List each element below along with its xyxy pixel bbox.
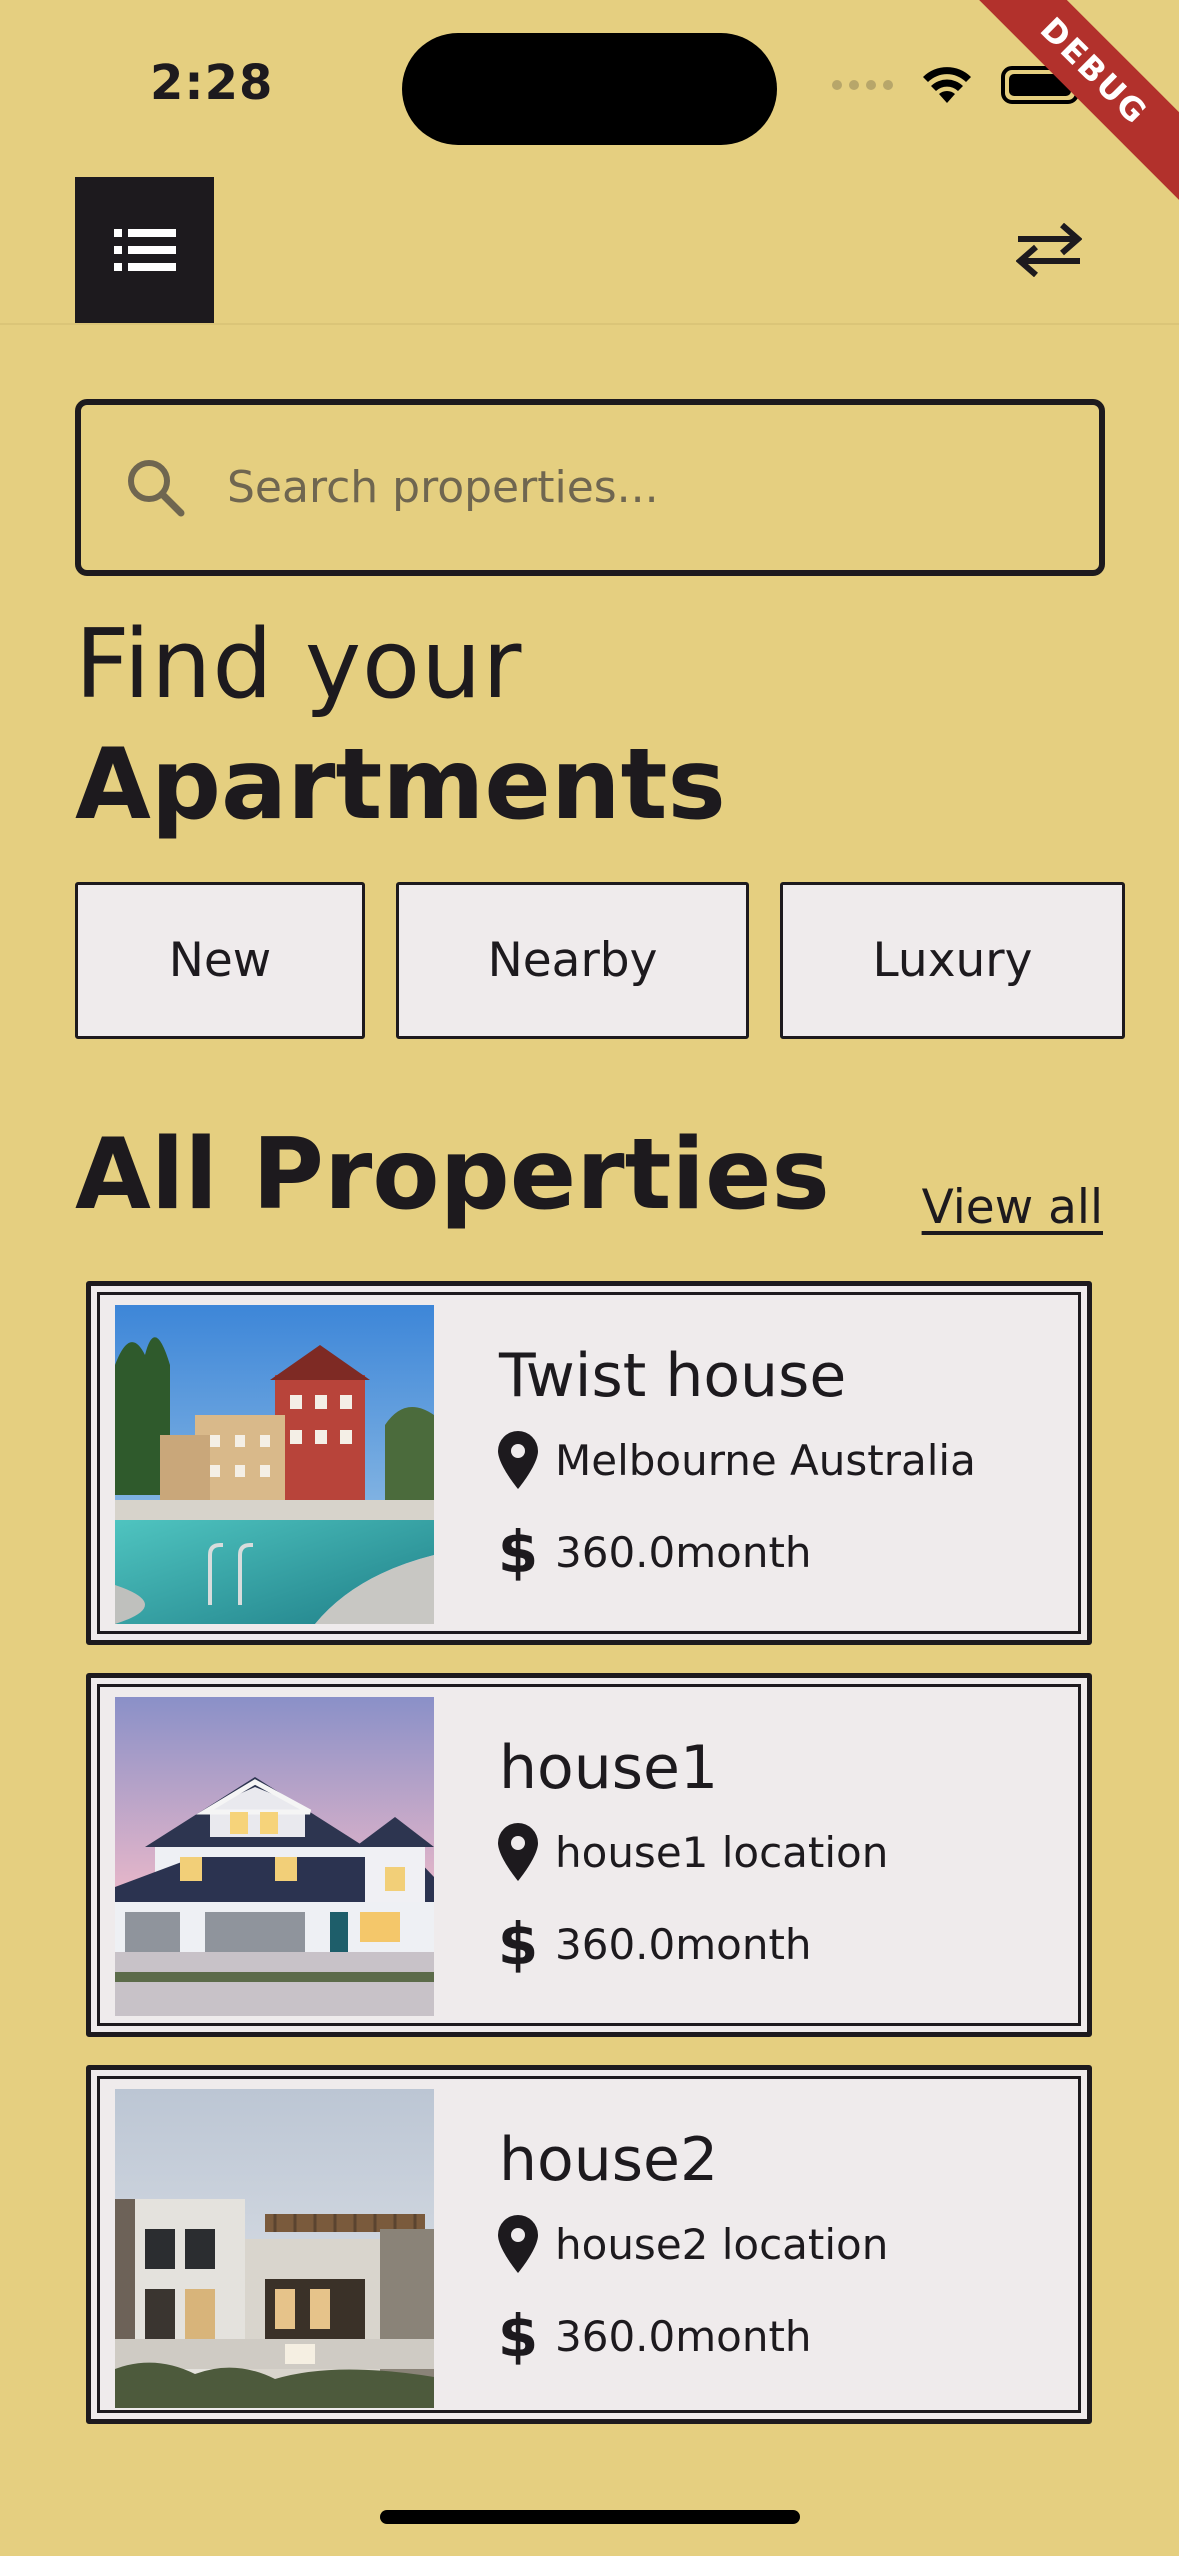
sort-button[interactable]	[999, 210, 1099, 290]
search-icon	[128, 459, 185, 516]
property-location-row: house1 location	[493, 1823, 888, 1881]
property-name: house1	[499, 1733, 719, 1803]
swap-arrows-icon	[1016, 223, 1082, 277]
property-image	[115, 2089, 434, 2408]
property-location: house2 location	[555, 2219, 889, 2269]
dollar-icon: $	[497, 1518, 539, 1586]
property-card[interactable]: Twist house Melbourne Australia $ 360.0m…	[86, 1281, 1092, 1645]
property-card[interactable]: house1 house1 location $ 360.0month	[86, 1673, 1092, 2037]
property-price-row: $ 360.0month	[493, 1523, 812, 1581]
status-icons	[832, 65, 1086, 105]
status-time: 2:28	[150, 55, 274, 111]
property-price-row: $ 360.0month	[493, 2307, 812, 2365]
dynamic-island	[402, 33, 777, 145]
filter-new-button[interactable]: New	[75, 882, 365, 1039]
heading-line1: Find your	[75, 610, 523, 720]
location-pin-icon	[493, 1431, 543, 1489]
property-location-row: house2 location	[493, 2215, 888, 2273]
filter-nearby-button[interactable]: Nearby	[396, 882, 749, 1039]
dollar-icon: $	[497, 1910, 539, 1978]
search-box[interactable]	[75, 399, 1105, 576]
property-card[interactable]: house2 house2 location $ 360.0month	[86, 2065, 1092, 2424]
filter-luxury-button[interactable]: Luxury	[780, 882, 1125, 1039]
property-location: house1 location	[555, 1827, 889, 1877]
property-location-row: Melbourne Australia	[493, 1431, 976, 1489]
section-title: All Properties	[75, 1118, 830, 1232]
property-price: 360.0month	[555, 1919, 812, 1969]
property-image	[115, 1697, 434, 2016]
property-image	[115, 1305, 434, 1624]
property-name: Twist house	[499, 1341, 847, 1411]
search-input[interactable]	[227, 462, 1047, 513]
dollar-icon: $	[497, 2302, 539, 2370]
appbar-divider	[0, 323, 1179, 325]
cellular-signal-icon	[832, 80, 893, 90]
menu-button[interactable]	[75, 177, 214, 323]
home-indicator[interactable]	[380, 2510, 800, 2524]
property-price-row: $ 360.0month	[493, 1915, 812, 1973]
location-pin-icon	[493, 1823, 543, 1881]
wifi-icon	[923, 67, 971, 103]
property-location: Melbourne Australia	[555, 1435, 976, 1485]
view-all-link[interactable]: View all	[922, 1180, 1103, 1235]
property-price: 360.0month	[555, 1527, 812, 1577]
property-name: house2	[499, 2125, 719, 2195]
list-icon	[113, 229, 176, 271]
heading-line2: Apartments	[75, 728, 726, 842]
property-price: 360.0month	[555, 2311, 812, 2361]
location-pin-icon	[493, 2215, 543, 2273]
